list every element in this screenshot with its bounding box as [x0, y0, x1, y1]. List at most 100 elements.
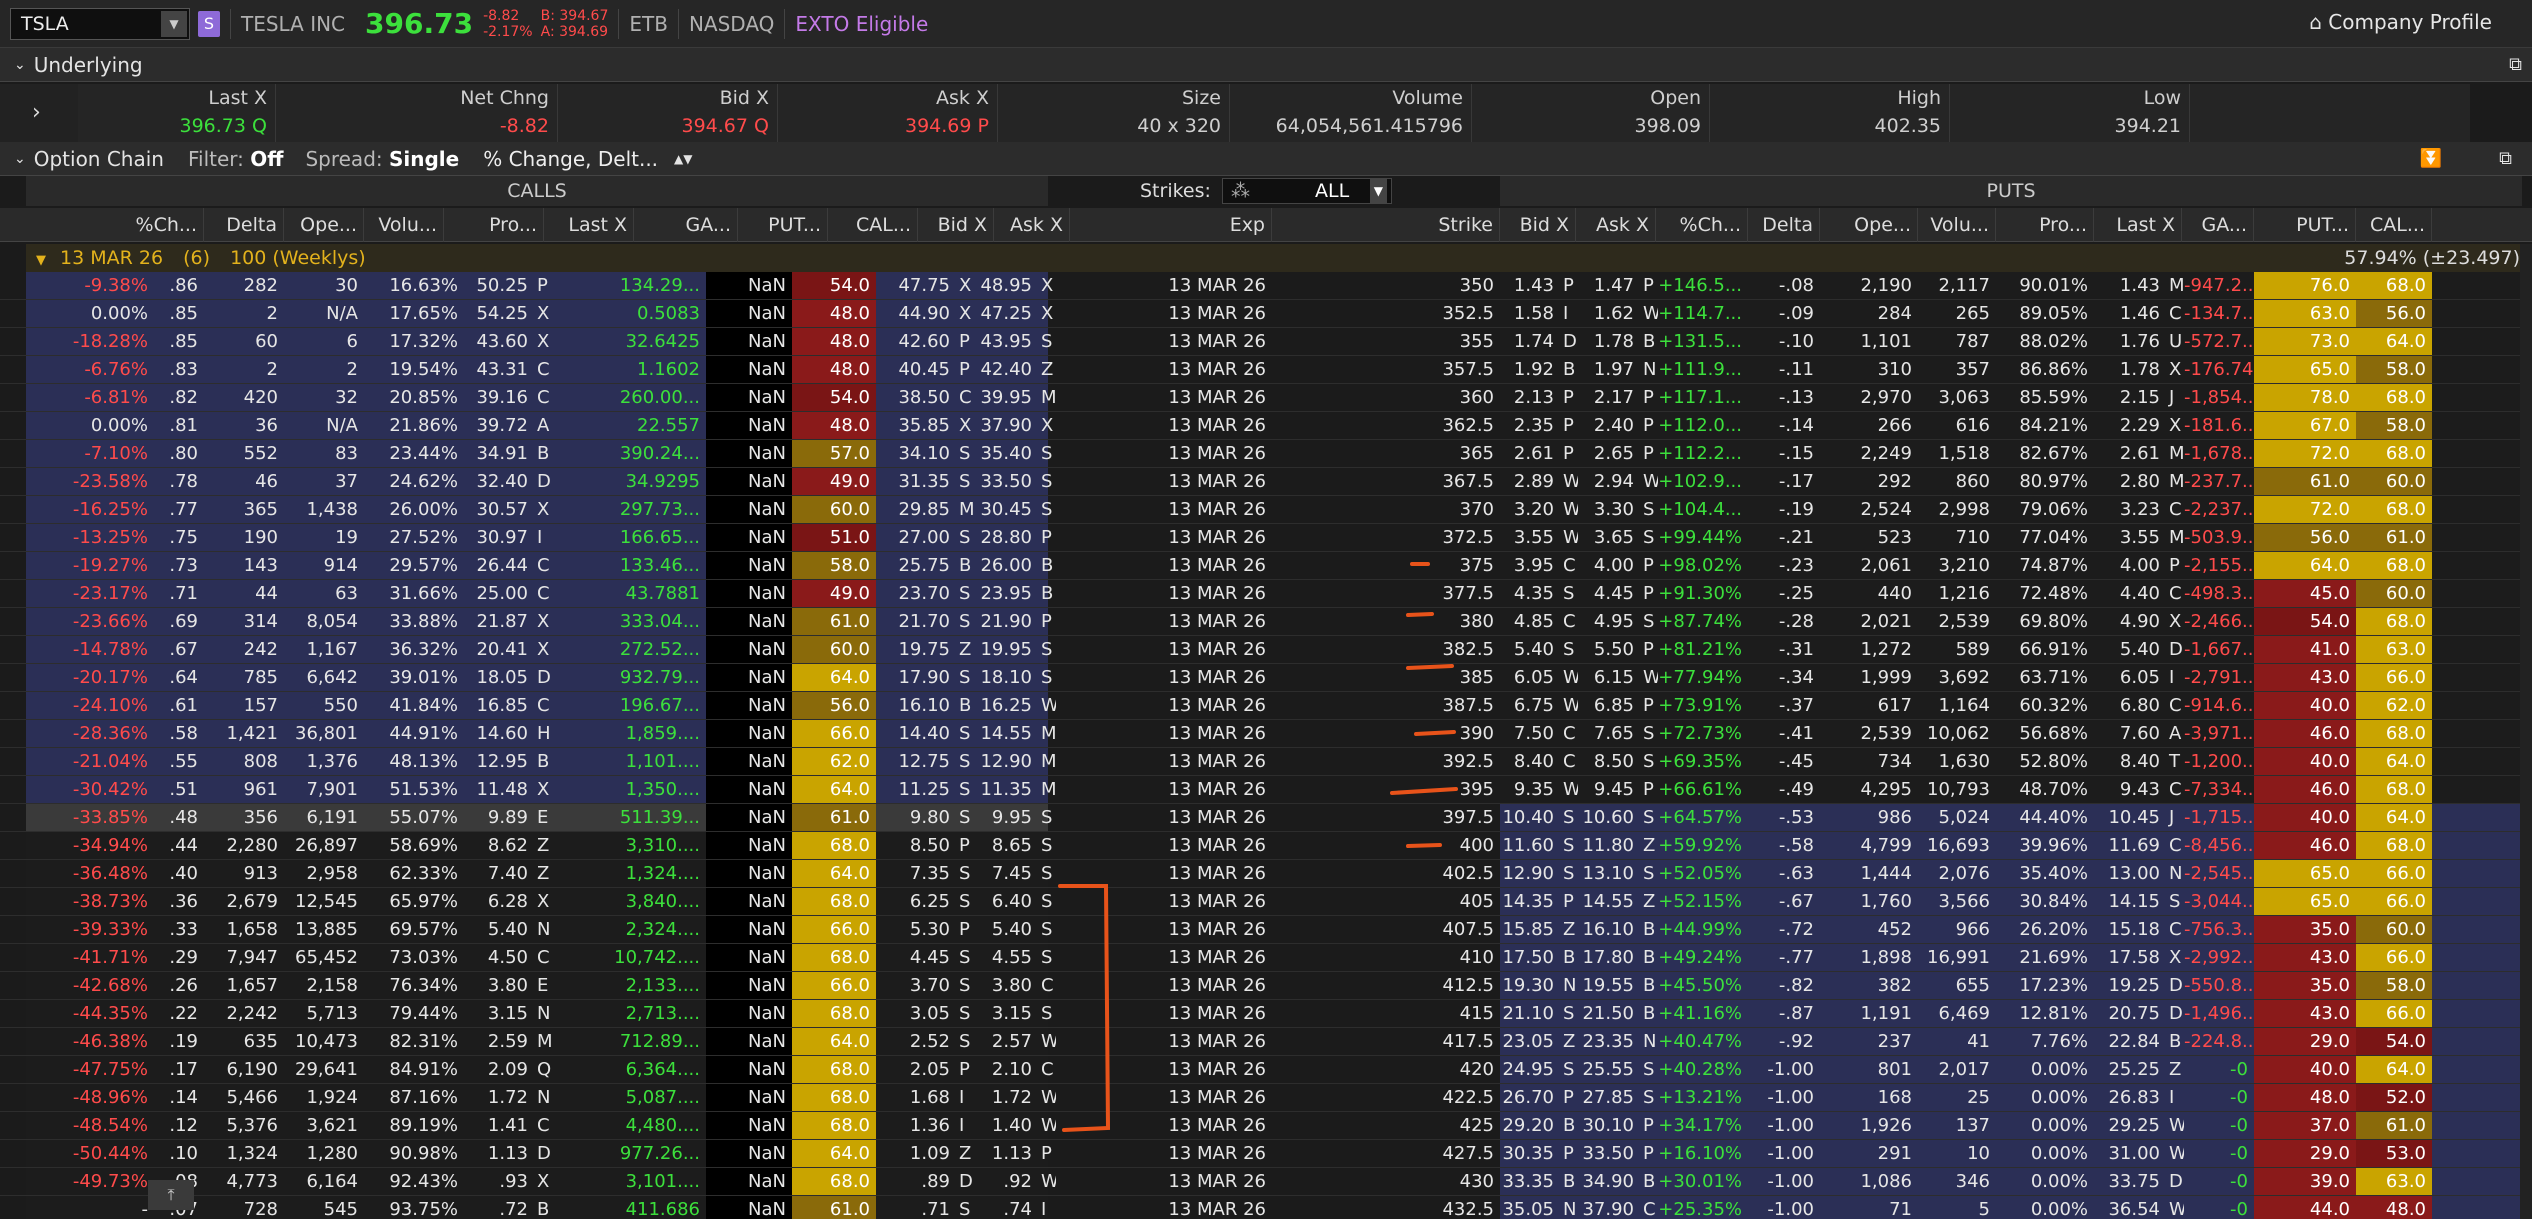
table-cell[interactable]: 33.35 [1500, 1168, 1560, 1195]
table-cell[interactable]: P [1560, 384, 1578, 411]
table-cell[interactable]: P [1038, 608, 1056, 635]
table-cell[interactable]: -.58 [1748, 832, 1820, 859]
table-cell[interactable]: 68.0 [2356, 832, 2432, 859]
table-cell[interactable]: 31.35 [876, 468, 956, 495]
table-cell[interactable]: W [1038, 1112, 1056, 1139]
table-cell[interactable]: 4.55 [974, 944, 1038, 971]
table-cell[interactable]: 13 MAR 26 [1070, 664, 1272, 691]
table-cell[interactable]: 13 MAR 26 [1070, 580, 1272, 607]
table-row[interactable]: -34.94% .44 2,280 26,897 58.69% 8.62 Z 3,310...… [0, 832, 2532, 860]
table-cell[interactable]: N/A [284, 412, 364, 439]
table-cell[interactable]: 1,167 [284, 636, 364, 663]
table-cell[interactable]: 3.55 [1500, 524, 1560, 551]
table-cell[interactable]: 7,947 [204, 944, 284, 971]
table-cell[interactable]: 407.5 [1274, 916, 1500, 943]
table-cell[interactable]: 48.0 [792, 412, 876, 439]
table-cell[interactable]: -46.38% [26, 1028, 154, 1055]
table-cell[interactable]: 68.0 [792, 1168, 876, 1195]
table-cell[interactable]: S [1038, 860, 1056, 887]
table-cell[interactable]: 23.35 [1578, 1028, 1640, 1055]
table-cell[interactable]: W [1560, 692, 1578, 719]
table-row[interactable]: -48.96% .14 5,466 1,924 87.16% 1.72 N 5,087....… [0, 1084, 2532, 1112]
table-cell[interactable]: 3.70 [876, 972, 956, 999]
table-cell[interactable]: 65.97% [364, 888, 464, 915]
table-cell[interactable]: 52.80% [1996, 748, 2094, 775]
table-cell[interactable]: C [2166, 496, 2184, 523]
table-cell[interactable]: 6.28 [464, 888, 534, 915]
column-header[interactable]: Exp [1070, 208, 1272, 242]
table-cell[interactable]: 17.90 [876, 664, 956, 691]
table-cell[interactable]: .22 [154, 1000, 204, 1027]
table-cell[interactable]: 43.0 [2254, 664, 2356, 691]
table-cell[interactable]: X [534, 496, 552, 523]
table-cell[interactable]: 60.0 [792, 496, 876, 523]
table-cell[interactable]: 90.98% [364, 1140, 464, 1167]
table-cell[interactable]: 6,190 [204, 1056, 284, 1083]
table-cell[interactable]: 58.0 [2356, 972, 2432, 999]
table-cell[interactable]: -16.25% [26, 496, 154, 523]
table-cell[interactable]: 61.0 [792, 1196, 876, 1219]
table-cell[interactable]: 24.62% [364, 468, 464, 495]
table-cell[interactable]: 0.00% [1996, 1084, 2094, 1111]
table-cell[interactable]: 62.0 [792, 748, 876, 775]
table-cell[interactable]: 392.5 [1274, 748, 1500, 775]
table-cell[interactable]: 30.35 [1500, 1140, 1560, 1167]
table-cell[interactable]: P [1640, 1140, 1658, 1167]
stock-badge[interactable]: S [198, 10, 220, 37]
spread-control[interactable]: Spread: Single [305, 147, 459, 171]
chevron-down-icon[interactable]: ⌄ [14, 57, 26, 73]
table-cell[interactable]: 73.0 [2254, 328, 2356, 355]
table-cell[interactable]: -1,715.... [2184, 804, 2254, 831]
table-cell[interactable]: 23.05 [1500, 1028, 1560, 1055]
table-cell[interactable]: 13 MAR 26 [1070, 356, 1272, 383]
table-cell[interactable]: B [1640, 972, 1658, 999]
table-cell[interactable]: Z [1560, 916, 1578, 943]
table-cell[interactable]: S [1640, 496, 1658, 523]
table-cell[interactable]: -1.00 [1748, 1084, 1820, 1111]
table-cell[interactable]: 29,641 [284, 1056, 364, 1083]
table-cell[interactable]: -0 [2184, 1196, 2254, 1219]
table-cell[interactable]: 65.0 [2254, 860, 2356, 887]
table-cell[interactable]: 260.00... [552, 384, 706, 411]
table-cell[interactable]: .71 [876, 1196, 956, 1219]
table-cell[interactable]: C [2166, 916, 2184, 943]
table-cell[interactable]: 1,350.... [552, 776, 706, 803]
table-cell[interactable]: B [534, 440, 552, 467]
table-cell[interactable]: 13 MAR 26 [1070, 832, 1272, 859]
table-cell[interactable]: +77.94% [1658, 664, 1748, 691]
table-cell[interactable]: 2,242 [204, 1000, 284, 1027]
table-cell[interactable]: +69.35% [1658, 748, 1748, 775]
table-cell[interactable]: 51.53% [364, 776, 464, 803]
table-cell[interactable]: 10.60 [1578, 804, 1640, 831]
table-cell[interactable]: 2,076 [1918, 860, 1996, 887]
table-cell[interactable]: 54.0 [2254, 608, 2356, 635]
table-cell[interactable]: 420 [1274, 1056, 1500, 1083]
table-cell[interactable]: Z [1640, 888, 1658, 915]
table-cell[interactable]: 2.65 [1578, 440, 1640, 467]
table-cell[interactable]: .69 [154, 608, 204, 635]
table-cell[interactable]: -550.8... [2184, 972, 2254, 999]
table-cell[interactable]: 63.0 [2356, 636, 2432, 663]
column-header[interactable]: Ope... [284, 208, 364, 242]
table-cell[interactable]: 13 MAR 26 [1070, 1168, 1272, 1195]
table-cell[interactable]: 17.65% [364, 300, 464, 327]
table-cell[interactable]: NaN [706, 888, 792, 915]
table-cell[interactable]: 3.05 [876, 1000, 956, 1027]
table-cell[interactable]: 2.80 [2094, 468, 2166, 495]
table-cell[interactable]: 7.40 [464, 860, 534, 887]
table-cell[interactable]: 89.19% [364, 1112, 464, 1139]
table-cell[interactable]: X [1038, 272, 1056, 299]
table-cell[interactable]: 26.00 [974, 552, 1038, 579]
table-row[interactable]: -46.38% .19 635 10,473 82.31% 2.59 M 712.89... N… [0, 1028, 2532, 1056]
table-cell[interactable]: S [1038, 888, 1056, 915]
table-cell[interactable]: S [1640, 524, 1658, 551]
table-cell[interactable]: B [1640, 328, 1658, 355]
table-cell[interactable]: C [2166, 832, 2184, 859]
table-cell[interactable]: C [534, 944, 552, 971]
table-cell[interactable]: 16.10 [1578, 916, 1640, 943]
table-cell[interactable]: 1,926 [1820, 1112, 1918, 1139]
table-cell[interactable]: .73 [154, 552, 204, 579]
table-cell[interactable]: 787 [1918, 328, 1996, 355]
table-cell[interactable]: 63.0 [2356, 1168, 2432, 1195]
table-cell[interactable]: 68.0 [2356, 552, 2432, 579]
